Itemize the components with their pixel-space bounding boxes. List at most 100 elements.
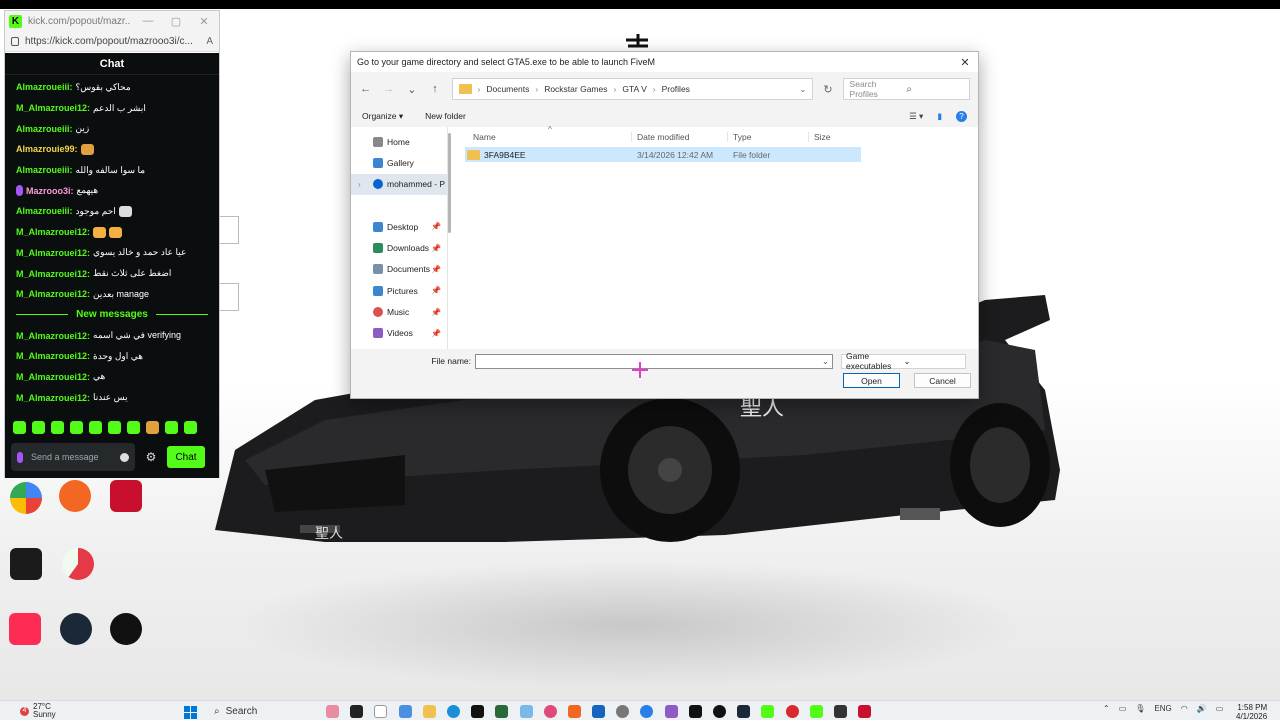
- emote-icon[interactable]: [146, 421, 159, 434]
- gear-icon[interactable]: ⚙: [141, 450, 161, 464]
- settings-app-icon[interactable]: [616, 705, 630, 718]
- nav-item-home[interactable]: Home: [351, 131, 447, 152]
- terminal-app-icon[interactable]: [495, 705, 509, 718]
- app-icon[interactable]: [833, 705, 847, 718]
- taskbar-search[interactable]: ⌕ Search: [214, 703, 314, 720]
- preview-pane-icon[interactable]: ▮: [937, 111, 942, 122]
- breadcrumb-separator[interactable]: ›: [535, 84, 538, 94]
- pin-icon[interactable]: 📌: [431, 329, 441, 338]
- pin-icon[interactable]: 📌: [431, 286, 441, 295]
- chrome-app-icon[interactable]: [640, 705, 654, 718]
- emote-icon[interactable]: [165, 421, 178, 434]
- chat-username[interactable]: Almazroueiii:: [16, 82, 73, 92]
- search-icon[interactable]: ⌕: [906, 84, 963, 95]
- column-header-type[interactable]: Type: [728, 132, 809, 142]
- nav-item-downloads[interactable]: Downloads 📌: [351, 237, 447, 258]
- search-input[interactable]: Search Profiles ⌕: [842, 78, 970, 100]
- cancel-button[interactable]: Cancel: [914, 373, 971, 388]
- emote-icon[interactable]: [13, 421, 26, 434]
- emote-icon[interactable]: [127, 421, 140, 434]
- chevron-down-icon[interactable]: ⌄: [822, 356, 829, 367]
- chat-username[interactable]: M_Almazrouei12:: [16, 269, 90, 279]
- column-header-date[interactable]: Date modified: [632, 132, 728, 142]
- tray-app-icon[interactable]: ▭: [1119, 704, 1127, 713]
- mic-icon[interactable]: [17, 451, 23, 463]
- emoji-icon[interactable]: [120, 452, 129, 462]
- nav-item-desktop[interactable]: Desktop 📌: [351, 216, 447, 237]
- nav-item-documents[interactable]: Documents 📌: [351, 259, 447, 280]
- pin-icon[interactable]: 📌: [431, 265, 441, 274]
- clock[interactable]: 1:58 PM 4/1/2026: [1236, 703, 1267, 720]
- up-arrow-icon[interactable]: ↑: [428, 83, 441, 95]
- emote-icon[interactable]: [108, 421, 121, 434]
- emote-icon[interactable]: [51, 421, 64, 434]
- discord-app-icon[interactable]: [664, 705, 678, 718]
- tiktok-app-icon[interactable]: [471, 705, 485, 718]
- forward-arrow-icon[interactable]: →: [382, 83, 395, 95]
- copilot-app-icon[interactable]: [398, 705, 412, 718]
- organize-button[interactable]: Organize ▾: [362, 111, 403, 122]
- chevron-up-icon[interactable]: ⌃: [1103, 704, 1110, 713]
- chat-username[interactable]: M_Almazrouei12:: [16, 372, 90, 382]
- chevron-right-icon[interactable]: ›: [358, 180, 361, 189]
- weather-widget[interactable]: 4 27°C Sunny: [20, 703, 56, 719]
- column-header-size[interactable]: Size: [809, 132, 859, 142]
- widget-app-icon[interactable]: [326, 705, 339, 718]
- file-explorer-icon[interactable]: [422, 705, 436, 718]
- nav-item-gallery[interactable]: Gallery: [351, 152, 447, 173]
- google-app-icon[interactable]: [10, 482, 42, 514]
- ccleaner-app-icon[interactable]: [62, 548, 94, 580]
- back-arrow-icon[interactable]: ←: [359, 83, 372, 95]
- chat-message-input[interactable]: Send a message: [11, 443, 135, 471]
- obs-app-icon[interactable]: [110, 613, 142, 645]
- chat-username[interactable]: Mazrooo3i:: [26, 186, 74, 196]
- open-button[interactable]: Open: [843, 373, 900, 388]
- help-icon[interactable]: ?: [956, 110, 967, 122]
- file-row[interactable]: 3FA9B4EE 3/14/2026 12:42 AM File folder: [465, 147, 861, 162]
- new-messages-divider[interactable]: New messages: [16, 305, 219, 326]
- pin-icon[interactable]: 📌: [431, 222, 441, 231]
- chat-username[interactable]: M_Almazrouei12:: [16, 227, 90, 237]
- obs-app-icon[interactable]: [713, 705, 726, 718]
- nav-item-videos[interactable]: Videos 📌: [351, 323, 447, 344]
- steam-app-icon[interactable]: [737, 705, 751, 718]
- notepad-app-icon[interactable]: [374, 705, 388, 718]
- pin-icon[interactable]: 📌: [431, 244, 441, 253]
- emote-icon[interactable]: [89, 421, 102, 434]
- mail-app-icon[interactable]: [592, 705, 606, 718]
- refresh-icon[interactable]: ↻: [823, 83, 832, 96]
- microphone-icon[interactable]: 🎙: [1135, 704, 1145, 713]
- chat-username[interactable]: Almazrouie99:: [16, 144, 78, 154]
- edge-app-icon[interactable]: [446, 705, 460, 718]
- file-name-input[interactable]: ⌄: [475, 353, 833, 369]
- chat-username[interactable]: Almazroueiii:: [16, 206, 73, 216]
- emote-icon[interactable]: [32, 421, 45, 434]
- nav-item-onedrive[interactable]: › mohammed - P: [351, 173, 447, 195]
- breadcrumb-item[interactable]: Documents: [486, 84, 529, 94]
- close-icon[interactable]: ✕: [958, 56, 972, 69]
- kick-app-icon[interactable]: [761, 705, 775, 718]
- chat-username[interactable]: Almazroueiii:: [16, 124, 73, 134]
- photos-app-icon[interactable]: [519, 705, 533, 718]
- chat-username[interactable]: M_Almazrouei12:: [16, 103, 90, 113]
- lock-icon[interactable]: [11, 36, 19, 46]
- maximize-icon[interactable]: ▢: [165, 15, 187, 28]
- file-type-filter[interactable]: Game executables ⌄: [841, 351, 966, 371]
- chat-message-list[interactable]: Almazroueiii: محاكي بقوس؟ M_Almazrouei12…: [5, 75, 219, 408]
- nav-item-music[interactable]: Music 📌: [351, 301, 447, 322]
- view-options-icon[interactable]: ☰ ▾: [909, 111, 923, 122]
- chat-username[interactable]: M_Almazrouei12:: [16, 289, 90, 299]
- reader-mode-icon[interactable]: A: [206, 36, 213, 47]
- battery-icon[interactable]: ▭: [1216, 704, 1224, 713]
- new-folder-button[interactable]: New folder: [425, 111, 466, 121]
- chat-send-button[interactable]: Chat: [167, 446, 205, 468]
- desktop-file-icon[interactable]: [219, 216, 239, 244]
- kick-app-icon[interactable]: [809, 705, 823, 718]
- chat-username[interactable]: M_Almazrouei12:: [16, 393, 90, 403]
- breadcrumb-separator[interactable]: ›: [653, 84, 656, 94]
- pin-icon[interactable]: 📌: [431, 308, 441, 317]
- tiktok-app-icon[interactable]: [9, 613, 41, 645]
- breadcrumb[interactable]: › Documents › Rockstar Games › GTA V › P…: [451, 78, 814, 100]
- kick-url[interactable]: https://kick.com/popout/mazrooo3i/c...: [25, 36, 200, 47]
- breadcrumb-separator[interactable]: ›: [478, 84, 481, 94]
